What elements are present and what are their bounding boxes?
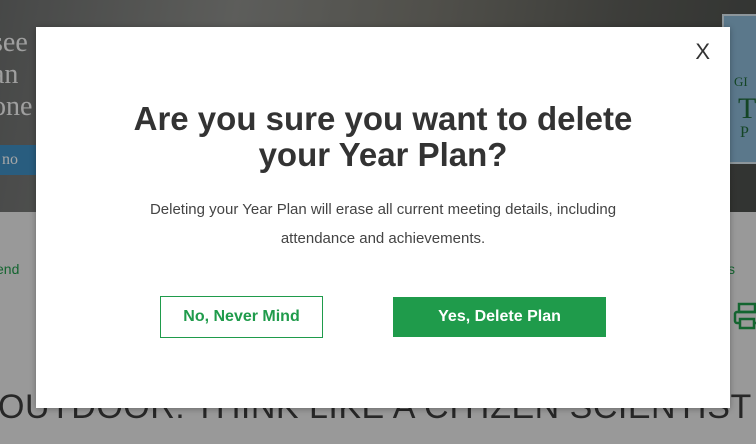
dialog-title: Are you sure you want to delete your Yea… (133, 100, 633, 173)
delete-plan-button[interactable]: Yes, Delete Plan (393, 297, 606, 337)
delete-confirm-dialog: X Are you sure you want to delete your Y… (36, 27, 730, 408)
dialog-message: Deleting your Year Plan will erase all c… (149, 201, 617, 247)
close-button[interactable]: X (695, 39, 710, 65)
cancel-button[interactable]: No, Never Mind (160, 296, 323, 338)
